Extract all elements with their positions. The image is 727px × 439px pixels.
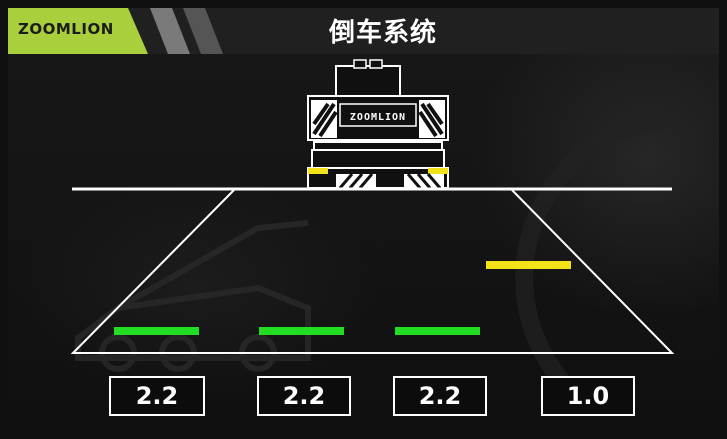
vehicle-bumper	[311, 149, 445, 169]
vehicle-bumper-upper	[313, 141, 443, 151]
vehicle-icon: ZOOMLION	[307, 59, 449, 189]
camera-view: ZOOMLION 倒车系统 ZOOMLION 2.2 2.2 2.2 1.0	[8, 8, 719, 431]
reverse-guide-overlay: ZOOMLION	[70, 59, 675, 354]
sensor-bar-right-inner	[395, 327, 480, 335]
distance-readout-right-inner: 2.2	[393, 376, 487, 416]
distance-readout-left-outer: 2.2	[109, 376, 205, 416]
distance-readout-right-outer: 1.0	[541, 376, 635, 416]
sensor-bar-left-inner	[259, 327, 344, 335]
vehicle-cab-vent	[353, 59, 367, 69]
vehicle-light-right	[428, 168, 448, 174]
vehicle-light-left	[308, 168, 328, 174]
vehicle-label: ZOOMLION	[350, 112, 406, 123]
sensor-bar-right-outer	[486, 261, 571, 269]
vehicle-cab-vent	[369, 59, 383, 69]
sensor-bar-left-outer	[114, 327, 199, 335]
distance-readout-left-inner: 2.2	[257, 376, 351, 416]
vehicle-cab	[335, 65, 401, 99]
